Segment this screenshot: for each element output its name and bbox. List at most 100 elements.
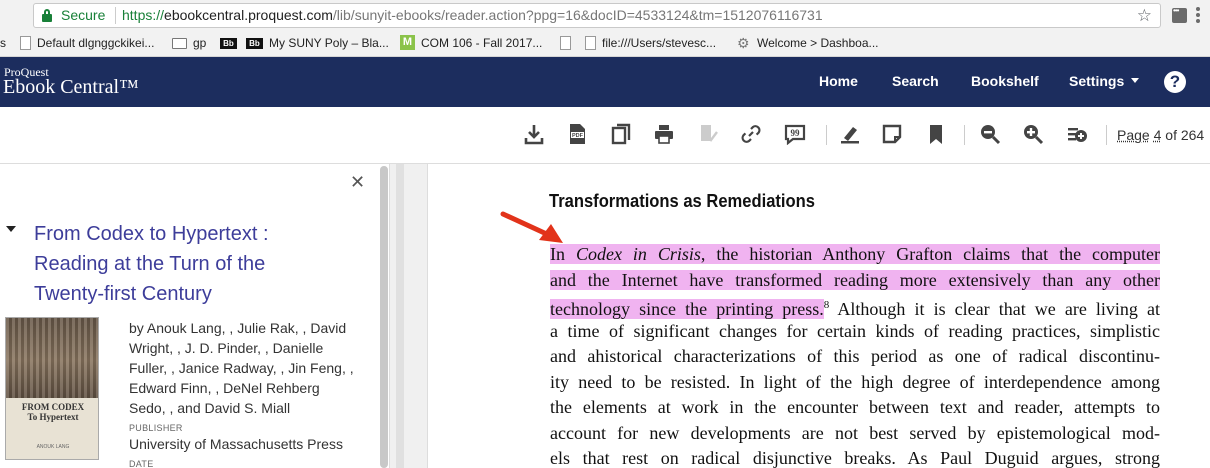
page-indicator[interactable]: Page 4 of 264	[1117, 127, 1204, 143]
page-total: of 264	[1165, 127, 1205, 143]
pdf-icon[interactable]: PDF	[566, 123, 588, 145]
nav-settings[interactable]: Settings	[1069, 73, 1140, 89]
url-path: /lib/sunyit-ebooks/reader.action?ppg=16&…	[332, 7, 823, 23]
bookmark-item[interactable]: s	[0, 36, 6, 50]
bookmark-label: COM 106 - Fall 2017...	[421, 36, 543, 50]
text-line: account for new developments are not bes…	[550, 422, 1160, 443]
close-icon[interactable]: ✕	[350, 172, 365, 193]
sidebar-scrollbar-thumb[interactable]	[380, 166, 388, 468]
help-icon[interactable]: ?	[1164, 71, 1186, 93]
secure-label: Secure	[61, 7, 106, 23]
page-icon	[585, 36, 596, 50]
bookmark-item[interactable]: file:///Users/stevesc...	[585, 36, 716, 50]
cover-title: FROM CODEX To Hypertext	[21, 402, 85, 422]
extension-icon[interactable]	[1172, 6, 1187, 23]
nav-settings-label: Settings	[1069, 73, 1125, 89]
page-icon	[20, 36, 31, 50]
browser-menu-icon[interactable]	[1196, 7, 1200, 23]
text-line: technology since the printing press.8 Al…	[550, 299, 1160, 319]
url-text[interactable]: https://ebookcentral.proquest.com/lib/su…	[122, 4, 823, 27]
url-scheme: https://	[122, 7, 165, 23]
book-title[interactable]: From Codex to Hypertext : Reading at the…	[34, 219, 334, 309]
m-icon: M	[400, 35, 415, 50]
nav-home[interactable]: Home	[819, 73, 858, 89]
folder-icon	[172, 38, 187, 49]
bookmark-label: s	[0, 36, 6, 50]
text-line: ity need to be resisted. In light of the…	[550, 371, 1160, 392]
bookmark-item[interactable]	[560, 36, 577, 50]
svg-text:PDF: PDF	[572, 133, 584, 139]
bb-icon: Bb	[220, 38, 237, 49]
bookmark-item[interactable]: M COM 106 - Fall 2017...	[400, 35, 543, 50]
text-line: a time of significant changes for certai…	[550, 320, 1160, 341]
bookmark-item[interactable]: ⚙ Welcome > Dashboa...	[737, 36, 879, 50]
gear-icon: ⚙	[737, 35, 750, 51]
download-icon[interactable]	[523, 123, 545, 145]
publisher-label: PUBLISHER	[129, 423, 183, 433]
cover-author: ANOUK LANG	[36, 444, 70, 450]
add-to-bookshelf-icon[interactable]	[1066, 123, 1088, 145]
reader-toolbar: PDF 99 Page 4 of 264	[0, 107, 1210, 164]
highlighted-text[interactable]: technology since the printing press.	[550, 299, 824, 319]
browser-address-bar: Secure https://ebookcentral.proquest.com…	[0, 0, 1210, 31]
cite-icon[interactable]: 99	[784, 123, 806, 146]
share-icon	[697, 123, 719, 145]
text-line: and ahistorical characterizations of thi…	[550, 346, 1160, 366]
app-header: ProQuest Ebook Central™ Home Search Book…	[0, 57, 1210, 107]
toolbar-divider	[826, 125, 827, 145]
reader-content: Transformations as Remediations In Codex…	[390, 164, 1210, 468]
highlight-icon[interactable]	[839, 123, 861, 145]
book-authors: by Anouk Lang, , Julie Rak, , David Wrig…	[129, 320, 354, 416]
bb-icon: Bb	[246, 38, 263, 49]
bookmark-label: Default dlgnggckikei...	[37, 36, 155, 50]
bookmark-star-icon[interactable]: ☆	[1137, 4, 1152, 27]
note-icon[interactable]	[881, 123, 903, 145]
lock-icon	[42, 9, 52, 22]
bookmark-label: Welcome > Dashboa...	[757, 36, 879, 50]
collapse-triangle-icon[interactable]	[6, 226, 16, 232]
bookmark-item[interactable]: Bb	[220, 36, 243, 50]
page-heading: Transformations as Remediations	[549, 191, 815, 211]
zoom-out-icon[interactable]	[979, 123, 1001, 145]
url-host: ebookcentral.proquest.com	[164, 7, 333, 23]
page-current[interactable]: 4	[1154, 127, 1162, 143]
bookmark-item[interactable]: Bb My SUNY Poly – Bla...	[246, 36, 389, 50]
bookmarks-bar: s Default dlgnggckikei... gp Bb Bb My SUN…	[0, 31, 1210, 57]
bookmark-label: file:///Users/stevesc...	[602, 36, 717, 50]
page-label: Page	[1117, 127, 1150, 143]
text-line: the elements at work in the encounter be…	[550, 397, 1160, 417]
nav-bookshelf[interactable]: Bookshelf	[971, 73, 1039, 89]
svg-text:99: 99	[791, 128, 801, 138]
bookmark-label: My SUNY Poly – Bla...	[269, 36, 389, 50]
url-omnibox[interactable]: Secure https://ebookcentral.proquest.com…	[33, 3, 1161, 28]
url-divider	[115, 7, 116, 24]
date-label: DATE	[129, 459, 154, 468]
toolbar-divider	[964, 125, 965, 145]
bookmark-item[interactable]: Default dlgnggckikei...	[20, 36, 154, 50]
book-cover: FROM CODEX To Hypertext ANOUK LANG	[5, 317, 99, 460]
publisher-value: University of Massachusetts Press	[129, 436, 343, 452]
book-page: Transformations as Remediations In Codex…	[427, 164, 1210, 468]
book-info-sidebar: ✕ From Codex to Hypertext : Reading at t…	[0, 164, 390, 468]
annotation-arrow-icon	[500, 211, 563, 243]
highlighted-text[interactable]: In Codex in Crisis, the historian Anthon…	[550, 244, 1160, 264]
logo-ebook-central[interactable]: Ebook Central™	[3, 76, 139, 99]
text-line: els that rest on radical disjunctive bre…	[550, 448, 1160, 468]
chevron-down-icon	[1131, 78, 1140, 83]
link-icon[interactable]	[740, 123, 762, 145]
page-icon	[560, 36, 571, 50]
nav-search[interactable]: Search	[892, 73, 939, 89]
content-scrollbar[interactable]	[396, 164, 404, 468]
text-line: In Codex in Crisis, the historian Anthon…	[550, 242, 1160, 268]
bookmark-icon[interactable]	[925, 123, 947, 145]
bookmark-label: gp	[193, 36, 207, 50]
text-line: and the Internet have transformed readin…	[550, 268, 1160, 294]
highlighted-text[interactable]: and the Internet have transformed readin…	[550, 269, 1160, 290]
bookmark-folder[interactable]: gp	[172, 36, 206, 50]
sidebar-scrollbar[interactable]	[380, 166, 388, 468]
zoom-in-icon[interactable]	[1022, 123, 1044, 145]
toolbar-divider	[1106, 125, 1107, 145]
copy-icon[interactable]	[610, 123, 632, 145]
print-icon[interactable]	[653, 123, 675, 145]
page-body-text[interactable]: In Codex in Crisis, the historian Anthon…	[550, 242, 1160, 468]
